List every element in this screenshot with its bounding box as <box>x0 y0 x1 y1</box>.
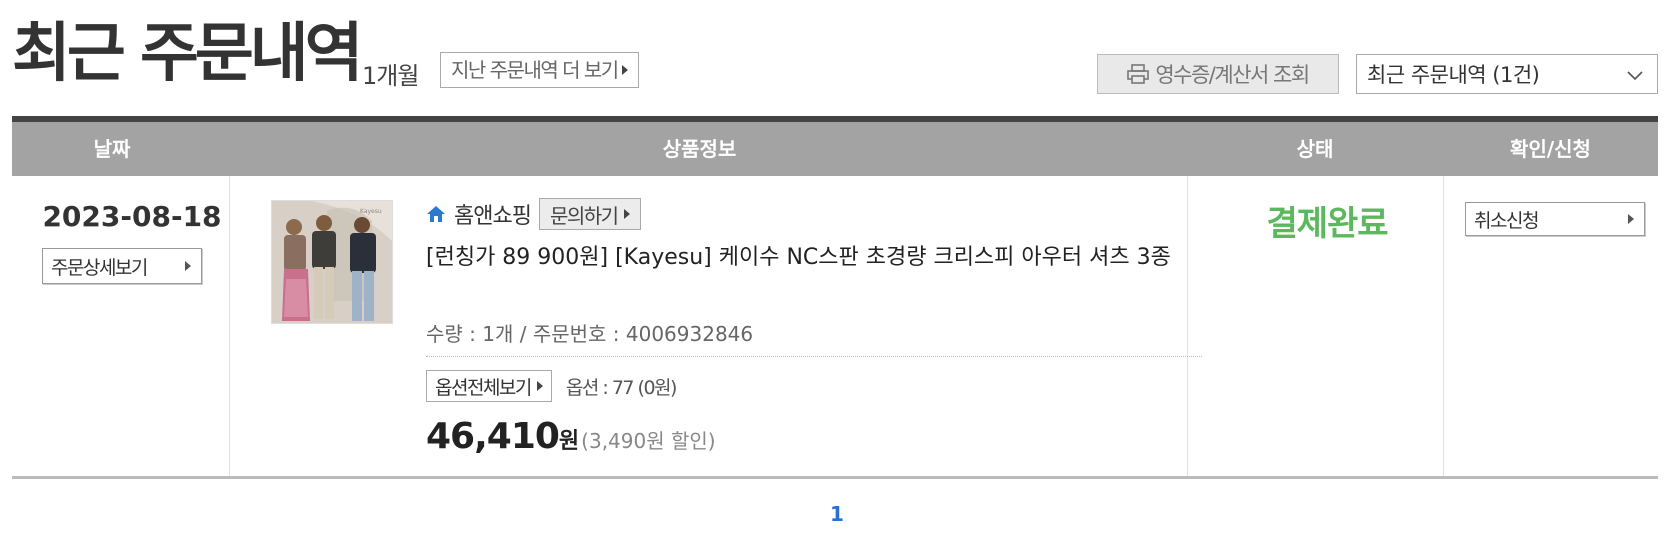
order-date: 2023-08-18 <box>42 200 222 233</box>
inquiry-button[interactable]: 문의하기 <box>538 198 641 230</box>
svg-text:Kayesu: Kayesu <box>360 208 382 215</box>
vendor-row: 홈앤쇼핑 문의하기 <box>426 198 641 230</box>
price-unit: 원 <box>558 429 580 454</box>
product-name[interactable]: [런칭가 89 900원] [Kayesu] 케이수 NC스판 초경량 크리스피… <box>426 242 1206 274</box>
table-bottom-border <box>12 476 1658 479</box>
table-row: 2023-08-18 주문상세보기 Kayesu 홈앤쇼핑 문의하기 [런칭가 … <box>12 176 1658 476</box>
product-thumbnail[interactable]: Kayesu <box>271 200 393 324</box>
option-row: 옵션전체보기 옵션 : 77 (0원) <box>426 370 678 402</box>
price-amount: 46,410 <box>426 416 560 457</box>
column-divider <box>1187 176 1188 476</box>
view-all-options-button[interactable]: 옵션전체보기 <box>426 370 552 402</box>
page-title: 최근 주문내역 <box>12 17 364 91</box>
printer-icon <box>1127 64 1150 84</box>
table-header: 날짜 상품정보 상태 확인/신청 <box>12 122 1658 176</box>
period-label: 1개월 <box>362 62 419 90</box>
price-row: 46,410 원 (3,490원 할인) <box>426 416 716 457</box>
column-divider <box>229 176 230 476</box>
recent-orders-select[interactable]: 최근 주문내역 (1건) <box>1356 54 1658 94</box>
triangle-right-icon <box>536 381 543 391</box>
cancel-request-button[interactable]: 취소신청 <box>1465 202 1645 236</box>
order-detail-button[interactable]: 주문상세보기 <box>42 248 202 284</box>
order-status: 결제완료 <box>1266 204 1388 244</box>
col-header-product: 상품정보 <box>662 137 737 161</box>
quantity-order-number: 수량 : 1개 / 주문번호 : 4006932846 <box>426 322 754 346</box>
col-header-confirm: 확인/신청 <box>1510 137 1591 161</box>
chevron-down-icon <box>1625 65 1645 90</box>
inquiry-label: 문의하기 <box>549 203 619 228</box>
pagination-page-1[interactable]: 1 <box>822 502 852 526</box>
more-history-button[interactable]: 지난 주문내역 더 보기 <box>440 52 639 88</box>
vendor-name[interactable]: 홈앤쇼핑 <box>454 198 532 230</box>
triangle-right-icon <box>621 65 628 75</box>
home-icon <box>426 205 446 223</box>
discount-amount: (3,490원 할인) <box>581 429 716 453</box>
divider <box>426 356 1202 357</box>
view-all-options-label: 옵션전체보기 <box>435 376 532 399</box>
more-history-label: 지난 주문내역 더 보기 <box>451 58 619 82</box>
order-detail-label: 주문상세보기 <box>51 256 148 279</box>
col-header-status: 상태 <box>1296 137 1334 161</box>
triangle-right-icon <box>185 261 191 271</box>
recent-select-value: 최근 주문내역 (1건) <box>1367 63 1540 87</box>
triangle-right-icon <box>623 209 630 219</box>
triangle-right-icon <box>1628 214 1634 224</box>
cancel-request-label: 취소신청 <box>1474 209 1539 232</box>
receipt-label: 영수증/계산서 조회 <box>1155 63 1310 87</box>
option-info: 옵션 : 77 (0원) <box>565 376 678 399</box>
receipt-lookup-button[interactable]: 영수증/계산서 조회 <box>1097 54 1339 94</box>
col-header-date: 날짜 <box>93 137 131 161</box>
